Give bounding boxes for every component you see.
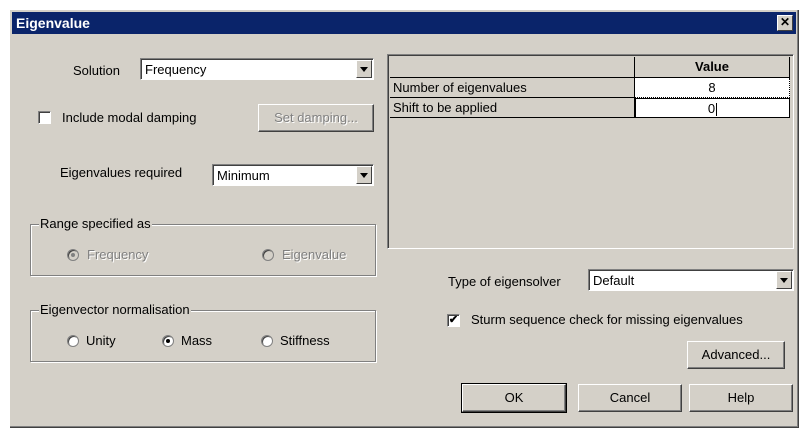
shift-value: 0 — [707, 101, 716, 116]
modal-damping-checkbox[interactable] — [38, 111, 51, 124]
help-button[interactable]: Help — [689, 384, 793, 412]
sturm-label: Sturm sequence check for missing eigenva… — [471, 312, 743, 327]
range-eigenvalue-radio[interactable] — [262, 249, 274, 261]
eigensolver-select[interactable]: Default — [588, 269, 794, 291]
close-button[interactable]: ✕ — [777, 15, 793, 31]
solution-value: Frequency — [145, 62, 207, 77]
eigenvalues-required-select[interactable]: Minimum — [212, 164, 374, 186]
range-frequency-radio[interactable] — [67, 249, 79, 261]
shift-to-be-applied-input[interactable]: 0 — [635, 98, 790, 118]
range-group-title: Range specified as — [39, 216, 152, 231]
text-cursor — [716, 103, 718, 117]
normalisation-unity-radio[interactable] — [67, 335, 79, 347]
normalisation-stiffness-radio[interactable] — [261, 335, 273, 347]
sturm-checkbox[interactable]: ✔ — [447, 314, 460, 327]
title-bar: Eigenvalue ✕ — [12, 12, 796, 34]
grid-corner-header — [390, 57, 635, 78]
chevron-down-icon[interactable] — [776, 271, 792, 289]
chevron-down-icon[interactable] — [356, 166, 372, 184]
normalisation-unity-label: Unity — [86, 333, 116, 348]
grid-value-header: Value — [635, 57, 790, 78]
eigenvalue-dialog: Eigenvalue ✕ Solution Frequency Include … — [9, 9, 800, 429]
property-grid: Value Number of eigenvalues 8 Shift to b… — [387, 54, 794, 249]
ok-button[interactable]: OK — [461, 383, 567, 413]
number-of-eigenvalues-input[interactable]: 8 — [635, 78, 790, 98]
grid-row-label: Shift to be applied — [390, 98, 635, 118]
modal-damping-label: Include modal damping — [62, 110, 197, 125]
normalisation-group-title: Eigenvector normalisation — [39, 302, 191, 317]
advanced-button[interactable]: Advanced... — [687, 341, 785, 369]
eigenvalues-required-label: Eigenvalues required — [60, 165, 183, 180]
chevron-down-icon[interactable] — [356, 60, 372, 78]
close-icon: ✕ — [779, 15, 791, 29]
solution-select[interactable]: Frequency — [140, 58, 374, 80]
grid-row-label: Number of eigenvalues — [390, 78, 635, 98]
normalisation-stiffness-label: Stiffness — [280, 333, 330, 348]
window-title: Eigenvalue — [16, 15, 90, 31]
range-frequency-label: Frequency — [87, 247, 149, 262]
cancel-button[interactable]: Cancel — [578, 384, 682, 412]
normalisation-mass-radio[interactable] — [162, 335, 174, 347]
range-eigenvalue-label: Eigenvalue — [282, 247, 347, 262]
eigensolver-value: Default — [593, 273, 635, 288]
eigenvalues-required-value: Minimum — [217, 168, 270, 183]
normalisation-mass-label: Mass — [181, 333, 213, 348]
check-icon: ✔ — [448, 314, 459, 326]
set-damping-button[interactable]: Set damping... — [258, 104, 374, 132]
solution-label: Solution — [73, 63, 120, 78]
eigensolver-label: Type of eigensolver — [448, 274, 561, 289]
